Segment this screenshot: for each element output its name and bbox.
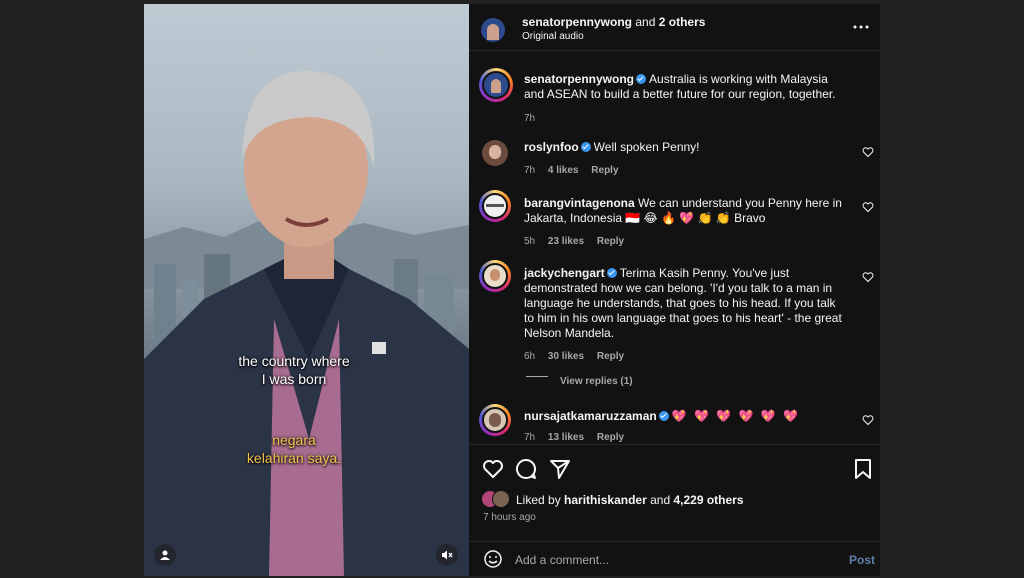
comment-time: 6h	[524, 351, 536, 362]
liked-by-count[interactable]: 4,229 others	[673, 493, 743, 507]
liked-by-summary: Liked by harithiskander and 4,229 others	[516, 493, 744, 507]
comment-username[interactable]: barangvintagenona	[524, 196, 635, 210]
comment-likes[interactable]: 4 likes	[548, 165, 579, 176]
post-panel: senatorpennywong and 2 others Original a…	[469, 4, 880, 576]
comment-item: jackychengart Terima Kasih Penny. You've …	[481, 266, 871, 376]
subtitle-indonesian: negara kelahiran saya.	[246, 432, 342, 466]
heart-icon[interactable]	[862, 271, 874, 283]
reply-button[interactable]: Reply	[597, 351, 624, 362]
comment-time: 5h	[524, 236, 536, 247]
caption-username[interactable]: senatorpennywong	[524, 72, 634, 86]
liked-by-avatars[interactable]	[481, 490, 511, 508]
avatar[interactable]	[481, 18, 505, 42]
comment-username[interactable]: roslynfoo	[524, 140, 579, 154]
comment-icon[interactable]	[514, 457, 538, 481]
liked-by-and: and	[650, 493, 671, 507]
replies-divider	[526, 376, 548, 377]
verified-icon	[606, 268, 617, 278]
comment-item: barangvintagenona We can understand you …	[481, 196, 871, 247]
send-icon[interactable]	[548, 457, 572, 481]
header-and: and	[635, 15, 656, 29]
comment-time: 7h	[524, 165, 536, 176]
post-timestamp[interactable]: 7 hours ago	[483, 512, 536, 523]
heart-icon[interactable]	[862, 201, 874, 213]
comment-likes[interactable]: 13 likes	[548, 432, 584, 443]
action-bar: Liked by harithiskander and 4,229 others…	[469, 444, 880, 577]
post-comment-button[interactable]: Post	[849, 553, 875, 567]
comment-text: 💖 💖 💖 💖 💖 💖	[671, 409, 801, 423]
emoji-icon[interactable]	[483, 549, 503, 569]
avatar	[492, 490, 510, 508]
verified-icon	[658, 411, 669, 421]
comment-username[interactable]: nursajatkamaruzzaman	[524, 409, 657, 423]
reply-button[interactable]: Reply	[591, 165, 618, 176]
verified-icon	[636, 74, 647, 84]
liked-by-user[interactable]: harithiskander	[564, 493, 647, 507]
bookmark-icon[interactable]	[851, 457, 875, 481]
caption-time: 7h	[524, 113, 536, 124]
user-tag-icon	[160, 550, 170, 560]
header-username[interactable]: senatorpennywong	[522, 15, 632, 29]
comment-item: roslynfoo Well spoken Penny! 7h 4 likes R…	[481, 140, 871, 180]
liked-by-prefix: Liked by	[516, 493, 561, 507]
muted-speaker-icon	[442, 550, 453, 560]
more-horizontal-icon[interactable]	[853, 24, 869, 30]
speaker-figure	[144, 70, 469, 576]
add-comment-bar: Post	[469, 541, 880, 578]
post-header: senatorpennywong and 2 others Original a…	[469, 4, 880, 51]
comment-input[interactable]	[513, 550, 817, 570]
audio-label[interactable]: Original audio	[522, 31, 584, 42]
reel-video[interactable]: the country where I was born negara kela…	[144, 4, 469, 576]
comment-text: Well spoken Penny!	[593, 140, 700, 154]
heart-icon[interactable]	[862, 414, 874, 426]
header-others[interactable]: 2 others	[659, 15, 706, 29]
comment-time: 7h	[524, 432, 536, 443]
comment-item: nursajatkamaruzzaman 💖 💖 💖 💖 💖 💖 7h 13 li…	[481, 409, 871, 449]
heart-icon[interactable]	[862, 146, 874, 158]
header-authors: senatorpennywong and 2 others	[522, 15, 705, 29]
user-tag-button[interactable]	[154, 544, 176, 566]
comment-username[interactable]: jackychengart	[524, 266, 605, 280]
verified-icon	[580, 142, 591, 152]
avatar[interactable]	[482, 71, 510, 99]
mute-button[interactable]	[436, 544, 458, 566]
heart-icon[interactable]	[481, 457, 505, 481]
subtitle-english: the country where I was born	[238, 353, 350, 387]
comment-likes[interactable]: 23 likes	[548, 236, 584, 247]
reply-button[interactable]: Reply	[597, 432, 624, 443]
view-replies-button[interactable]: View replies (1)	[560, 376, 633, 387]
comment-likes[interactable]: 30 likes	[548, 351, 584, 362]
reply-button[interactable]: Reply	[597, 236, 624, 247]
